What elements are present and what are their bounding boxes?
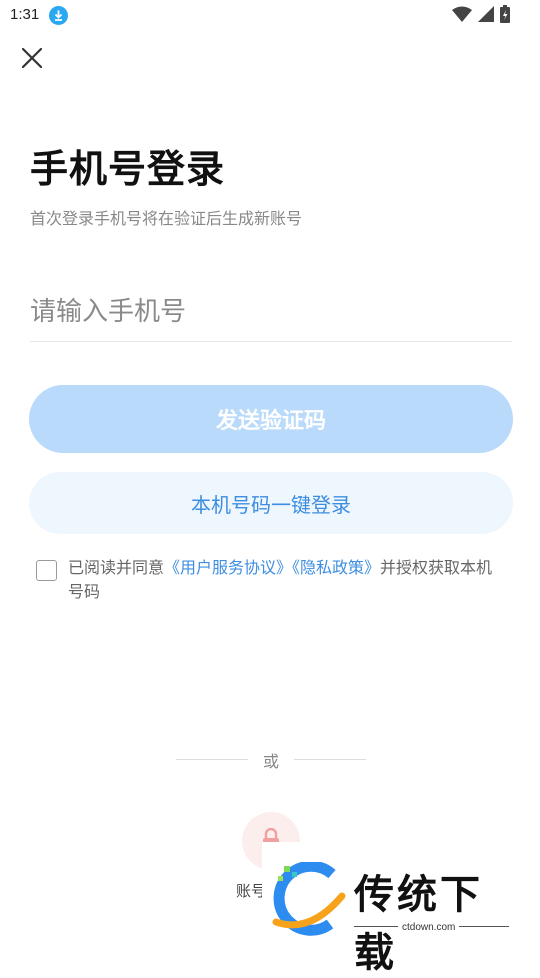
- send-code-button[interactable]: 发送验证码: [29, 385, 513, 453]
- divider-line-right: [294, 759, 366, 760]
- signal-icon: [478, 6, 494, 22]
- download-icon: [49, 6, 68, 25]
- watermark-name: 传统下载: [354, 872, 483, 976]
- page-subtitle: 首次登录手机号将在验证后生成新账号: [30, 209, 303, 228]
- agreement-checkbox[interactable]: [36, 560, 57, 581]
- or-text: 或: [262, 752, 279, 771]
- status-time: 1:31: [10, 6, 40, 23]
- system-icons: [452, 5, 510, 23]
- phone-input[interactable]: [30, 283, 512, 342]
- agreement-prefix: 已阅读并同意: [68, 558, 165, 577]
- or-divider: 或: [176, 748, 366, 771]
- user-agreement-link[interactable]: 《用户服务协议》: [164, 558, 292, 577]
- watermark: 传统下载 ctdown.com: [262, 842, 522, 976]
- watermark-logo-icon: [272, 862, 346, 936]
- battery-icon: [500, 5, 510, 23]
- close-icon[interactable]: [18, 44, 46, 72]
- watermark-url: ctdown.com: [398, 922, 460, 933]
- status-bar: 1:31: [0, 0, 540, 32]
- page-title: 手机号登录: [30, 147, 226, 191]
- agreement-text: 已阅读并同意《用户服务协议》《隐私政策》并授权获取本机号码: [68, 556, 508, 604]
- wifi-icon: [452, 6, 472, 22]
- one-key-login-button[interactable]: 本机号码一键登录: [29, 472, 513, 534]
- privacy-policy-link[interactable]: 《隐私政策》: [292, 558, 380, 577]
